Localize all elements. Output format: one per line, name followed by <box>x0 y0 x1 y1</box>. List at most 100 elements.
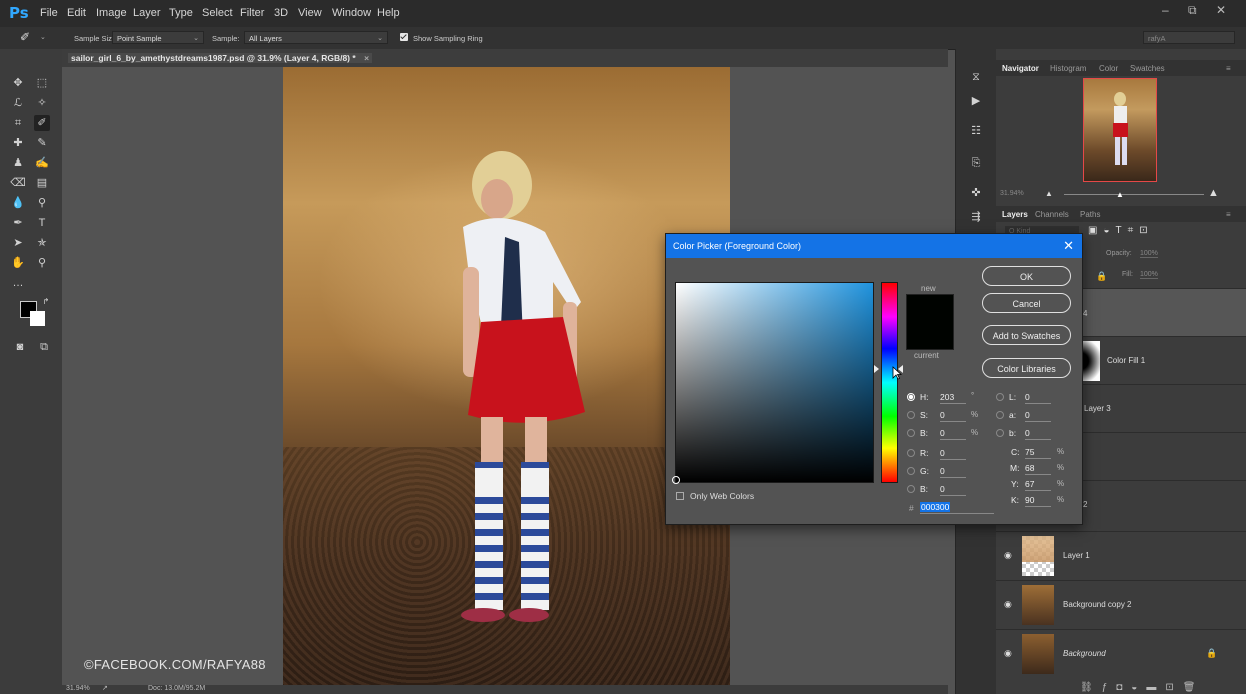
properties-panel-icon[interactable]: ☷ <box>968 123 984 139</box>
move-tool-icon[interactable]: ✥ <box>10 75 26 91</box>
lasso-tool-icon[interactable]: ℒ <box>10 95 26 111</box>
hex-field[interactable]: 000300 <box>920 502 994 514</box>
healing-brush-tool-icon[interactable]: ✚ <box>10 135 26 151</box>
sample-size-select[interactable]: Point Sample ⌄ <box>112 31 204 44</box>
dialog-close-button[interactable]: ✕ <box>1063 238 1074 254</box>
status-zoom[interactable]: 31.94% <box>66 685 90 692</box>
hue-radio[interactable] <box>907 393 915 401</box>
menu-type[interactable]: Type <box>169 7 193 19</box>
eye-visibility-icon[interactable]: ◉ <box>1004 649 1014 658</box>
lab-a-radio[interactable] <box>996 411 1004 419</box>
sample-select[interactable]: All Layers ⌄ <box>244 31 388 44</box>
menu-edit[interactable]: Edit <box>67 7 86 19</box>
blur-tool-icon[interactable]: 💧 <box>10 195 26 211</box>
layer-row-background[interactable]: ◉ Background 🔒 <box>996 629 1246 678</box>
tab-color[interactable]: Color <box>1099 64 1118 73</box>
panel-menu-icon[interactable]: ≡ <box>1226 210 1231 219</box>
menu-file[interactable]: File <box>40 7 58 19</box>
tab-layers[interactable]: Layers <box>1002 210 1028 219</box>
show-sampling-ring-checkbox[interactable] <box>400 33 408 41</box>
color-libraries-button[interactable]: Color Libraries <box>982 358 1071 378</box>
pen-tool-icon[interactable]: ✒ <box>10 215 26 231</box>
quick-mask-icon[interactable]: ◙ <box>12 339 28 355</box>
layer-actions-icons[interactable]: ⛓ƒ◘◒▬⊡🗑 <box>1080 682 1204 693</box>
tab-navigator[interactable]: Navigator <box>1002 64 1039 73</box>
menu-image[interactable]: Image <box>96 7 127 19</box>
cyan-field[interactable]: 75 <box>1025 447 1051 459</box>
swap-colors-icon[interactable]: ↱ <box>38 294 54 310</box>
menu-layer[interactable]: Layer <box>133 7 161 19</box>
layer-row-background-copy-2[interactable]: ◉ Background copy 2 <box>996 580 1246 629</box>
history-brush-tool-icon[interactable]: ✍ <box>34 155 50 171</box>
navigator-zoom-value[interactable]: 31.94% <box>1000 190 1024 197</box>
more-tools-icon[interactable]: … <box>10 275 26 291</box>
color-field-marker[interactable] <box>672 476 680 484</box>
navigator-thumbnail[interactable] <box>1083 78 1157 182</box>
eyedropper-tool-icon[interactable]: ✐ <box>20 30 30 44</box>
background-color-swatch[interactable] <box>30 311 45 326</box>
crop-tool-icon[interactable]: ⌗ <box>10 115 26 131</box>
share-icon[interactable]: ↗ <box>102 684 108 692</box>
cancel-button[interactable]: Cancel <box>982 293 1071 313</box>
zoom-tool-icon[interactable]: ⚲ <box>34 255 50 271</box>
lab-b-field[interactable]: 0 <box>1025 428 1051 440</box>
type-tool-icon[interactable]: T <box>34 215 50 231</box>
gradient-tool-icon[interactable]: ▤ <box>34 175 50 191</box>
dodge-tool-icon[interactable]: ⚲ <box>34 195 50 211</box>
zoom-out-icon[interactable]: ▲ <box>1045 189 1053 198</box>
document-tab[interactable]: sailor_girl_6_by_amethystdreams1987.psd … <box>68 53 373 63</box>
lab-b-radio[interactable] <box>996 429 1004 437</box>
magenta-field[interactable]: 68 <box>1025 463 1051 475</box>
add-to-swatches-button[interactable]: Add to Swatches <box>982 325 1071 345</box>
opacity-value[interactable]: 100% <box>1140 250 1158 258</box>
layer-filter-icons[interactable]: ▣◒T⌗⊡ <box>1088 225 1154 236</box>
menu-3d[interactable]: 3D <box>274 7 288 19</box>
history-panel-icon[interactable]: ⧖ <box>968 69 984 85</box>
menu-filter[interactable]: Filter <box>240 7 264 19</box>
brush-settings-icon[interactable]: ✜ <box>968 185 984 201</box>
brush-tool-icon[interactable]: ✎ <box>34 135 50 151</box>
menu-window[interactable]: Window <box>332 7 371 19</box>
close-window-button[interactable]: ✕ <box>1216 3 1226 17</box>
menu-view[interactable]: View <box>298 7 322 19</box>
minimize-button[interactable]: – <box>1162 3 1169 17</box>
glyphs-panel-icon[interactable]: ⎘ <box>968 155 984 171</box>
restore-button[interactable]: ⧉ <box>1188 3 1197 17</box>
lab-a-field[interactable]: 0 <box>1025 410 1051 422</box>
layer-row-layer-1[interactable]: ◉ Layer 1 <box>996 531 1246 580</box>
ok-button[interactable]: OK <box>982 266 1071 286</box>
quick-select-tool-icon[interactable]: ✧ <box>34 95 50 111</box>
actions-play-icon[interactable]: ▶ <box>968 93 984 109</box>
yellow-field[interactable]: 67 <box>1025 479 1051 491</box>
hue-slider[interactable] <box>881 282 898 483</box>
zoom-slider-thumb-icon[interactable]: ▲ <box>1116 190 1124 199</box>
marquee-tool-icon[interactable]: ⬚ <box>34 75 50 91</box>
saturation-field[interactable]: 0 <box>940 410 966 422</box>
menu-help[interactable]: Help <box>377 7 400 19</box>
saturation-radio[interactable] <box>907 411 915 419</box>
eye-visibility-icon[interactable]: ◉ <box>1004 551 1014 560</box>
dialog-title-bar[interactable]: Color Picker (Foreground Color) ✕ <box>666 234 1082 258</box>
color-field[interactable] <box>672 282 874 484</box>
tab-channels[interactable]: Channels <box>1035 210 1069 219</box>
path-selection-tool-icon[interactable]: ➤ <box>10 235 26 251</box>
blue-radio[interactable] <box>907 485 915 493</box>
only-web-colors-checkbox[interactable] <box>676 492 684 500</box>
screen-mode-icon[interactable]: ⧉ <box>36 339 52 355</box>
red-radio[interactable] <box>907 449 915 457</box>
zoom-in-icon[interactable]: ▲ <box>1208 187 1219 199</box>
navigator-zoom-slider[interactable] <box>1064 194 1204 195</box>
document-canvas-image[interactable] <box>283 67 730 685</box>
lab-l-radio[interactable] <box>996 393 1004 401</box>
tab-swatches[interactable]: Swatches <box>1130 64 1165 73</box>
menu-select[interactable]: Select <box>202 7 233 19</box>
lock-icon[interactable]: 🔒 <box>1096 271 1107 282</box>
black-field[interactable]: 90 <box>1025 495 1051 507</box>
tab-histogram[interactable]: Histogram <box>1050 64 1086 73</box>
green-radio[interactable] <box>907 467 915 475</box>
adjustments-panel-icon[interactable]: ⇶ <box>968 209 984 225</box>
red-field[interactable]: 0 <box>940 448 966 460</box>
fill-value[interactable]: 100% <box>1140 271 1158 279</box>
lock-icon[interactable]: 🔒 <box>1206 648 1217 659</box>
hue-field[interactable]: 203 <box>940 392 966 404</box>
